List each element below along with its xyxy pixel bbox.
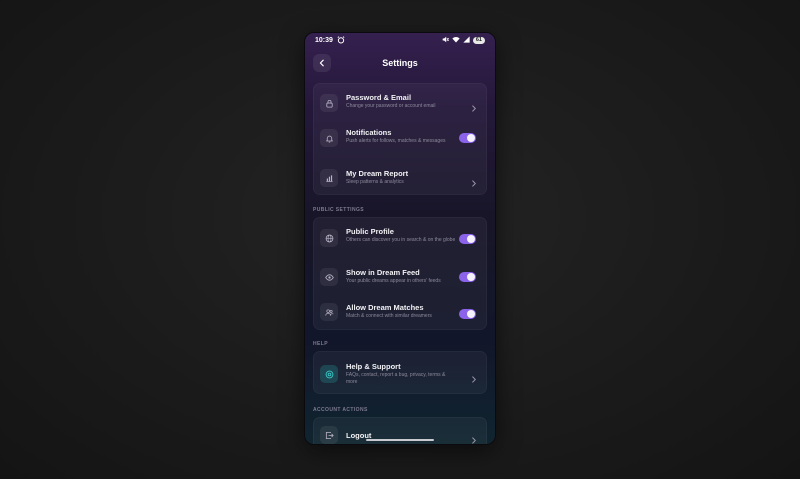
settings-row-notifications[interactable]: Notifications Push alerts for follows, m… — [314, 126, 486, 152]
signal-icon — [463, 36, 470, 45]
toggle-knob — [467, 235, 475, 243]
account-settings-card: Password & Email Change your password or… — [313, 83, 487, 195]
row-title: Notifications — [346, 128, 392, 137]
settings-row-dream-matches[interactable]: Allow Dream Matches Match & connect with… — [314, 300, 486, 324]
logout-icon — [320, 426, 338, 444]
page-title: Settings — [382, 58, 418, 68]
row-title: Show in Dream Feed — [346, 268, 420, 277]
row-title: Password & Email — [346, 93, 412, 102]
chevron-left-icon — [318, 54, 326, 72]
settings-row-dream-report[interactable]: My Dream Report Sleep patterns & analyti… — [314, 166, 486, 190]
row-title: Help & Support — [346, 362, 401, 371]
status-bar: 10:39 61 — [305, 33, 495, 48]
chevron-right-icon — [471, 431, 477, 444]
users-icon — [320, 303, 338, 321]
row-subtitle: Your public dreams appear in others' fee… — [346, 278, 441, 284]
lock-icon — [320, 94, 338, 112]
row-title: My Dream Report — [346, 169, 409, 178]
row-title: Public Profile — [346, 227, 394, 236]
row-subtitle: Push alerts for follows, matches & messa… — [346, 138, 446, 144]
section-label-public-settings: PUBLIC SETTINGS — [313, 207, 365, 213]
support-icon — [320, 365, 338, 383]
settings-row-public-profile[interactable]: Public Profile Others can discover you i… — [314, 224, 486, 252]
mute-icon — [442, 36, 449, 45]
toggle-knob — [467, 310, 475, 318]
settings-row-dream-feed[interactable]: Show in Dream Feed Your public dreams ap… — [314, 265, 486, 289]
wifi-icon — [452, 36, 460, 45]
back-button[interactable] — [313, 54, 331, 72]
chevron-right-icon — [471, 99, 477, 117]
battery-icon: 61 — [472, 37, 485, 44]
row-title: Allow Dream Matches — [346, 303, 424, 312]
bell-icon — [320, 129, 338, 147]
row-subtitle: Change your password or account email — [346, 103, 436, 109]
public-settings-card: Public Profile Others can discover you i… — [313, 217, 487, 330]
alarm-icon — [337, 35, 345, 46]
section-label-account-actions: ACCOUNT ACTIONS — [313, 407, 368, 413]
row-subtitle: Sleep patterns & analytics — [346, 179, 404, 185]
chevron-right-icon — [471, 370, 477, 388]
notifications-toggle[interactable] — [459, 133, 476, 143]
settings-row-logout[interactable]: Logout — [314, 426, 486, 444]
phone-screen: 10:39 61 Settings Password & Email Chang… — [305, 33, 495, 444]
section-label-help: HELP — [313, 341, 328, 347]
status-time: 10:39 — [315, 37, 333, 44]
chevron-right-icon — [471, 174, 477, 192]
public-profile-toggle[interactable] — [459, 234, 476, 244]
row-subtitle: Others can discover you in search & on t… — [346, 237, 456, 243]
toggle-knob — [467, 134, 475, 142]
toggle-knob — [467, 273, 475, 281]
globe-icon — [320, 229, 338, 247]
help-card: Help & Support FAQs, contact, report a b… — [313, 351, 487, 394]
row-subtitle: FAQs, contact, report a bug, privacy, te… — [346, 372, 446, 385]
header: Settings — [305, 53, 495, 73]
settings-row-password-email[interactable]: Password & Email Change your password or… — [314, 91, 486, 115]
settings-row-help-support[interactable]: Help & Support FAQs, contact, report a b… — [314, 360, 486, 388]
battery-level: 61 — [475, 37, 482, 43]
bar-chart-icon — [320, 169, 338, 187]
home-indicator[interactable] — [366, 439, 434, 441]
eye-icon — [320, 268, 338, 286]
dream-feed-toggle[interactable] — [459, 272, 476, 282]
dream-matches-toggle[interactable] — [459, 309, 476, 319]
row-subtitle: Match & connect with similar dreamers — [346, 313, 432, 319]
